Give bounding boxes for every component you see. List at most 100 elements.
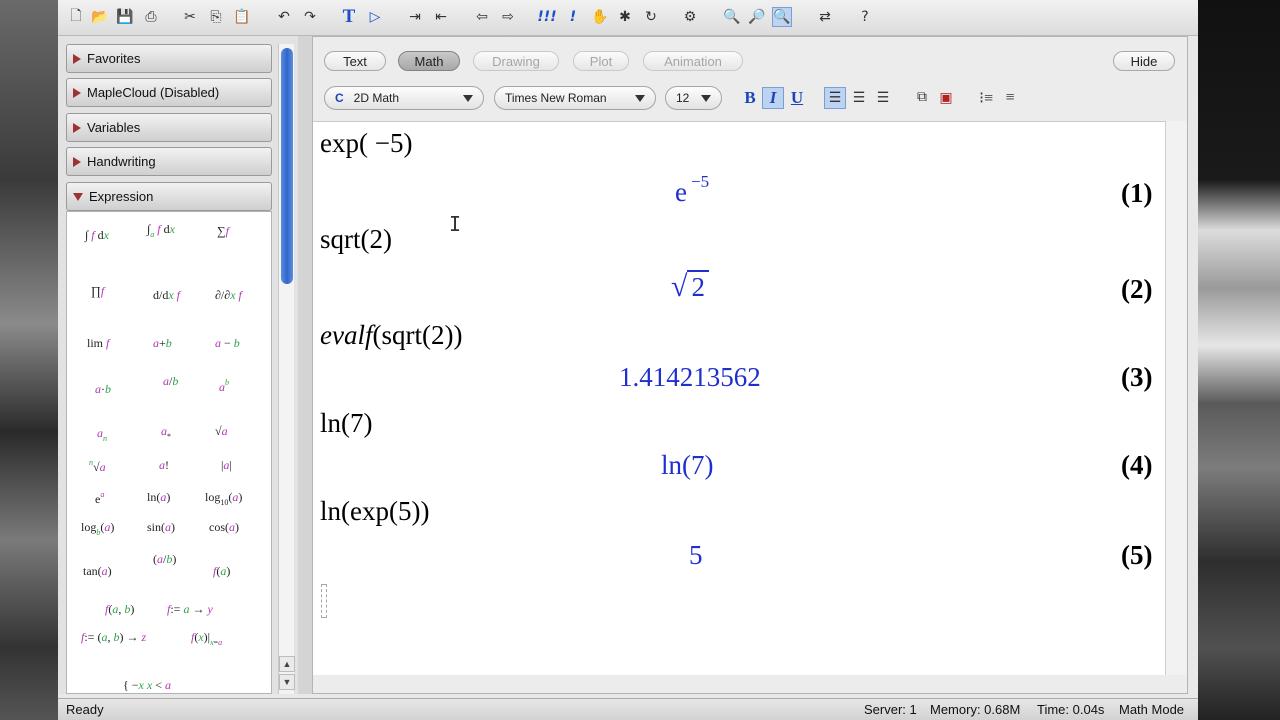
chevron-down-icon [463, 95, 473, 102]
copy-icon[interactable]: ⎘ [206, 7, 226, 27]
palette-maplecloud[interactable]: MapleCloud (Disabled) [66, 78, 272, 107]
square-root-template[interactable]: √a [215, 424, 228, 439]
tab-math[interactable]: Math [398, 51, 460, 71]
stop-icon[interactable]: ✋ [590, 7, 610, 27]
tab-text[interactable]: Text [324, 51, 386, 71]
tangent-template[interactable]: tan(a) [83, 564, 112, 579]
underline-button[interactable]: U [786, 87, 808, 109]
log10-template[interactable]: log10(a) [205, 490, 242, 507]
sine-template[interactable]: sin(a) [147, 520, 175, 535]
hide-button[interactable]: Hide [1113, 51, 1175, 71]
cosine-template[interactable]: cos(a) [209, 520, 239, 535]
scroll-down-arrow-icon[interactable]: ▼ [279, 674, 295, 690]
math-input[interactable]: exp( −5) [320, 128, 412, 159]
subscript-template[interactable]: an [97, 426, 107, 443]
debug-icon[interactable]: ✱ [615, 7, 635, 27]
restart-icon[interactable]: ↻ [641, 7, 661, 27]
cut-icon[interactable]: ✂ [180, 7, 200, 27]
document-scrollbar[interactable] [1165, 121, 1187, 675]
empty-input-placeholder[interactable] [321, 584, 327, 618]
equation-label[interactable]: (3) [1121, 362, 1152, 393]
prompt-icon[interactable]: ▷ [365, 7, 385, 27]
numbered-list-icon[interactable]: ≡ [999, 87, 1021, 109]
bold-button[interactable]: B [739, 87, 761, 109]
star-subscript-template[interactable]: a* [161, 424, 171, 441]
size-dropdown[interactable]: 12 [665, 86, 722, 110]
palette-handwriting[interactable]: Handwriting [66, 147, 272, 176]
execute-icon[interactable]: ! [563, 7, 583, 27]
palette-favorites[interactable]: Favorites [66, 44, 272, 73]
subtraction-template[interactable]: a − b [215, 336, 240, 351]
text-icon[interactable]: T [339, 6, 359, 27]
summation-template[interactable]: ∑f [217, 224, 229, 239]
product-template[interactable]: ∏f [91, 284, 104, 299]
outdent-icon[interactable]: ⇤ [431, 7, 451, 27]
redo-icon[interactable]: ↷ [300, 7, 320, 27]
definite-integral-template[interactable]: ∫a f dx [147, 222, 175, 239]
limit-template[interactable]: lim f [87, 336, 109, 351]
partial-derivative-template[interactable]: ∂/∂x f [215, 288, 242, 303]
zoom-out-icon[interactable]: 🔎 [747, 7, 767, 27]
equation-label[interactable]: (4) [1121, 450, 1152, 481]
palette-variables[interactable]: Variables [66, 113, 272, 142]
style-dropdown[interactable]: C 2D Math [324, 86, 484, 110]
log-base-template[interactable]: logb(a) [81, 520, 114, 537]
absolute-value-template[interactable]: |a| [221, 458, 232, 473]
zoom-fit-icon[interactable]: 🔍 [772, 7, 792, 27]
font-dropdown[interactable]: Times New Roman [494, 86, 656, 110]
bullet-list-icon[interactable]: ⁝≡ [975, 87, 997, 109]
settings-icon[interactable]: ⚙ [680, 7, 700, 27]
indefinite-integral-template[interactable]: ∫ f dx [85, 228, 109, 243]
print-icon[interactable]: ⎙ [141, 7, 161, 27]
save-icon[interactable]: 💾 [115, 7, 135, 27]
addition-template[interactable]: a+b [153, 336, 172, 351]
math-input[interactable]: ln(7) [320, 408, 372, 439]
math-input[interactable]: sqrt(2) [320, 224, 392, 255]
execute-all-icon[interactable]: !!! [537, 7, 557, 27]
math-input[interactable]: ln(exp(5)) [320, 496, 429, 527]
equation-label[interactable]: (2) [1121, 274, 1152, 305]
piecewise-template[interactable]: { −x x < a [123, 678, 171, 693]
indent-icon[interactable]: ⇥ [405, 7, 425, 27]
factorial-template[interactable]: a! [159, 458, 169, 473]
multiplication-template[interactable]: a·b [95, 382, 111, 397]
italic-button[interactable]: I [762, 87, 784, 109]
function-call-template[interactable]: f(a) [213, 564, 230, 579]
palette-scroll-thumb[interactable] [281, 48, 293, 284]
forward-icon[interactable]: ⇨ [498, 7, 518, 27]
equation-label[interactable]: (1) [1121, 178, 1152, 209]
binomial-template[interactable]: (a/b) [153, 552, 176, 566]
open-icon[interactable]: 📂 [90, 7, 110, 27]
multi-arrow-definition-template[interactable]: f:= (a, b) → z [81, 630, 146, 645]
back-icon[interactable]: ⇦ [472, 7, 492, 27]
undo-icon[interactable]: ↶ [274, 7, 294, 27]
align-center-icon[interactable]: ☰ [848, 87, 870, 109]
math-input[interactable]: evalf(sqrt(2)) [320, 320, 462, 351]
align-right-icon[interactable]: ☰ [872, 87, 894, 109]
clear-format-icon[interactable]: ▣ [935, 87, 957, 109]
character-map-icon[interactable]: ⧉ [911, 87, 933, 109]
new-icon[interactable]: 🗋 [66, 7, 86, 27]
help-icon[interactable]: ? [855, 7, 875, 27]
exponential-template[interactable]: ea [95, 490, 104, 507]
zoom-in-icon[interactable]: 🔍 [722, 7, 742, 27]
power-template[interactable]: ab [219, 378, 229, 395]
two-arg-function-template[interactable]: f(a, b) [105, 602, 134, 617]
evaluation-at-point-template[interactable]: f(x)|x=a [191, 630, 222, 647]
nth-root-template[interactable]: n√a [89, 458, 106, 475]
panel-divider[interactable] [298, 36, 312, 694]
toggle-icon[interactable]: ⇄ [815, 7, 835, 27]
equation-label[interactable]: (5) [1121, 540, 1152, 571]
derivative-template[interactable]: d/dx f [153, 288, 180, 303]
collapse-triangle-icon [73, 192, 83, 201]
align-left-icon[interactable]: ☰ [824, 87, 846, 109]
scroll-up-arrow-icon[interactable]: ▲ [279, 656, 295, 672]
palette-scrollbar[interactable]: ▲ ▼ [278, 44, 295, 694]
palette-expression[interactable]: Expression [66, 182, 272, 211]
paste-icon[interactable]: 📋 [232, 7, 252, 27]
arrow-definition-template[interactable]: f:= a → y [167, 602, 213, 617]
worksheet-area[interactable]: exp( −5) e −5 (1) I sqrt(2) √ 2 (2) evalf(… [313, 121, 1165, 675]
output-exponent: −5 [690, 172, 710, 191]
fraction-template[interactable]: a/b [163, 374, 178, 389]
natural-log-template[interactable]: ln(a) [147, 490, 170, 505]
